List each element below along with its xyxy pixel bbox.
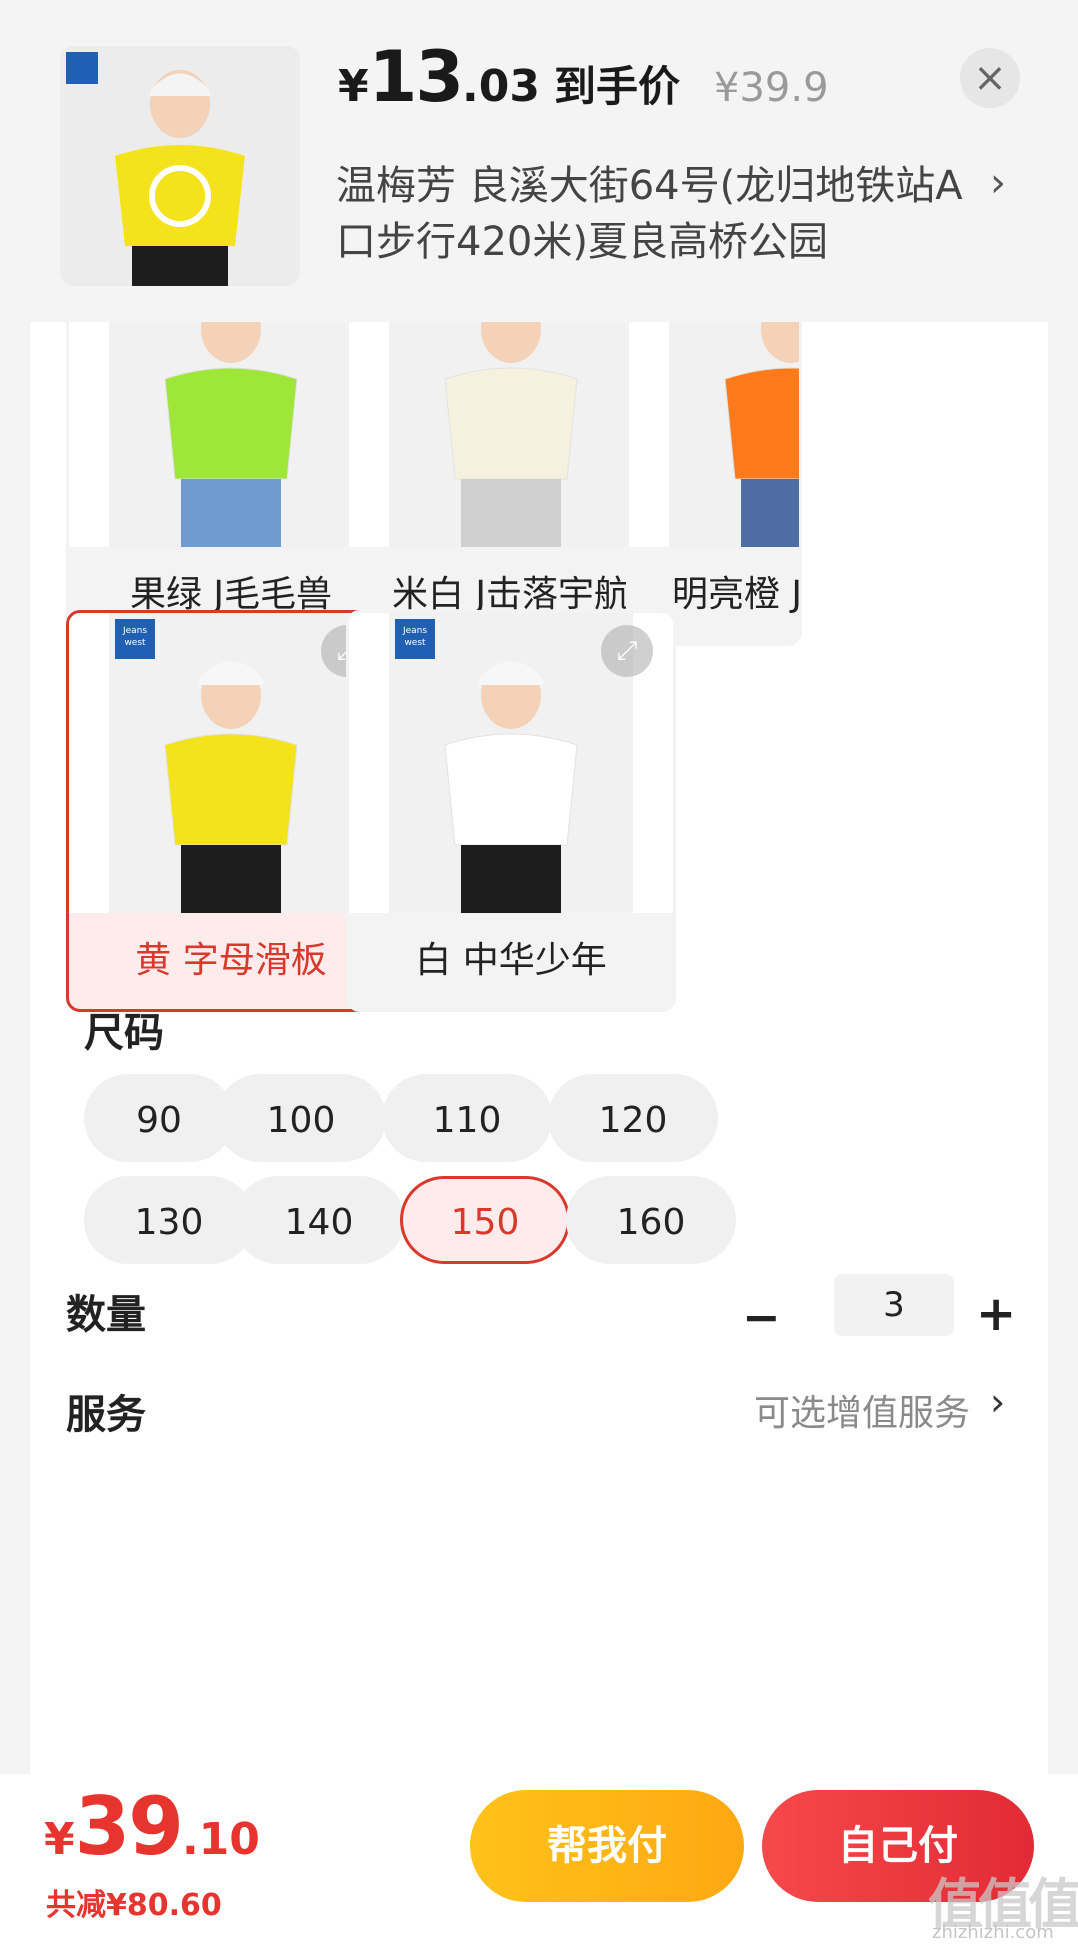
close-button[interactable]: ×: [960, 48, 1020, 108]
service-chevron-icon[interactable]: ›: [990, 1380, 1005, 1424]
size-option[interactable]: 120: [548, 1074, 718, 1162]
quantity-minus-button[interactable]: −: [742, 1290, 781, 1344]
brand-logo: Jeans west: [395, 619, 435, 659]
sku-selector-sheet: ¥13.03 到手价 ¥39.9 × 温梅芳 良溪大街64号(龙归地铁站A口步行42…: [0, 0, 1078, 1951]
quantity-input[interactable]: 3: [834, 1274, 954, 1336]
brand-logo: Jeans west: [115, 619, 155, 659]
size-option[interactable]: 140: [234, 1176, 404, 1264]
quantity-title: 数量: [66, 1292, 146, 1338]
total-currency: ¥: [44, 1814, 75, 1865]
size-option[interactable]: 100: [216, 1074, 386, 1162]
total-price: ¥39.10: [44, 1780, 260, 1873]
product-thumbnail: [60, 46, 300, 286]
variant-card[interactable]: Jeans west明亮橙 J背包熊: [626, 322, 802, 646]
shipping-address[interactable]: 温梅芳 良溪大街64号(龙归地铁站A口步行420米)夏良高桥公园: [336, 158, 976, 270]
size-section-title: 尺码: [84, 1010, 164, 1056]
variant-card[interactable]: Jeans west ⤢ 白 中华少年: [346, 610, 676, 1012]
saving-amount: 共减¥80.60: [46, 1888, 222, 1923]
size-option[interactable]: 160: [566, 1176, 736, 1264]
variant-label: 白 中华少年: [415, 940, 607, 981]
options-panel: Jeans west⤢果绿 J毛毛兽Jeans west⤢米白 J击落宇航Jea…: [30, 322, 1048, 1774]
total-decimal: .10: [181, 1814, 260, 1865]
service-title: 服务: [66, 1392, 146, 1438]
size-option[interactable]: 150: [400, 1176, 570, 1264]
product-header: ¥13.03 到手价 ¥39.9 × 温梅芳 良溪大街64号(龙归地铁站A口步行42…: [0, 0, 1078, 322]
address-chevron-icon[interactable]: ›: [990, 160, 1006, 206]
size-option[interactable]: 110: [382, 1074, 552, 1162]
price-currency: ¥: [338, 61, 369, 112]
quantity-plus-button[interactable]: +: [976, 1286, 1016, 1342]
size-option[interactable]: 90: [84, 1074, 234, 1162]
price-decimal: .03: [462, 61, 540, 112]
variant-image: [69, 322, 393, 547]
variant-label: 黄 字母滑板: [135, 940, 327, 981]
price-tag: 到手价: [554, 62, 681, 111]
variant-image: [349, 322, 673, 547]
size-option[interactable]: 130: [84, 1176, 254, 1264]
service-hint[interactable]: 可选增值服务: [754, 1384, 970, 1436]
expand-icon[interactable]: ⤢: [601, 625, 653, 677]
watermark-url: zhizhizhi.com: [932, 1922, 1054, 1943]
price-integer: 13: [368, 36, 464, 118]
price-line: ¥13.03 到手价 ¥39.9: [338, 36, 829, 126]
bottom-action-bar: ¥39.10 共减¥80.60 帮我付 自己付: [0, 1774, 1078, 1951]
help-pay-button[interactable]: 帮我付: [470, 1790, 744, 1902]
original-price: ¥39.9: [714, 65, 829, 111]
close-icon: ×: [973, 55, 1007, 101]
variant-image: [629, 322, 799, 547]
total-integer: 39: [74, 1780, 184, 1873]
